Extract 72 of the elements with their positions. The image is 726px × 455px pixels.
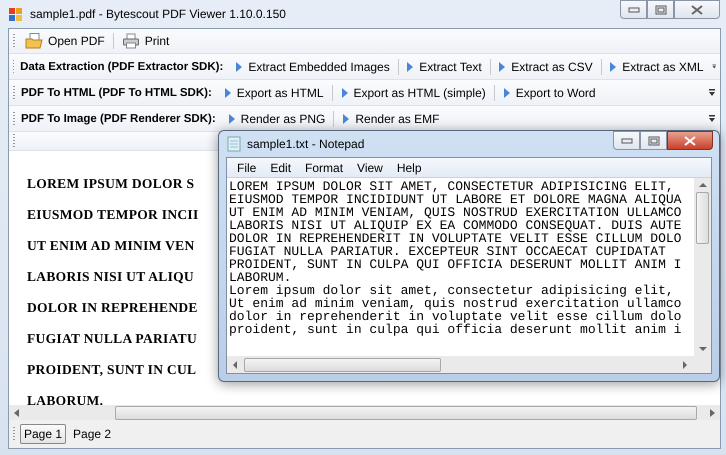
folder-icon	[25, 33, 43, 49]
toolbar-button[interactable]: Print	[118, 32, 174, 50]
text-editor[interactable]: LOREM IPSUM DOLOR SIT AMET, CONSECTETUR ADIPISICING ELIT, EIUSMOD TEMPOR INCIDIDUNT UT LABORE ET DOLORE MAGNA ALIQUA UT ENIM AD MINIM VENIAM, QUIS NOSTRUD EXERCITATION ULLAMCO LABORIS NISI UT ALIQUIP EX EA COMMODO CONSEQUAT. DUIS AUTE DOLOR IN REPREHENDERIT IN VOLUPTATE VELIT ESSE CILLUM DOLO FUGIAT NULLA PARIATUR. EXCEPTEUR SINT OCCAECAT CUPIDATAT PROIDENT, SUNT IN CULPA QUI OFFICIA DESERUNT MOLLIT ANIM I LABORUM. Lorem ipsum dolor sit amet, consectetur adipisicing elit, Ut enim ad minim veniam, quis nostrud exercitation ullamco dolor in reprehenderit in voluptate velit esse cillum dolo proident, sunt in culpa qui officia deserunt mollit anim i	[227, 178, 694, 356]
play-icon	[235, 60, 244, 72]
toolbar-button[interactable]: Extract Embedded Images	[231, 58, 394, 74]
close-button[interactable]	[674, 0, 720, 19]
down-arrow-icon[interactable]	[698, 346, 706, 352]
menu-item[interactable]: Edit	[263, 160, 298, 174]
document-text: DOLOR IN REPREHENDE	[27, 299, 198, 317]
play-icon	[498, 60, 506, 72]
menu-item[interactable]: File	[230, 160, 264, 174]
maximize-button[interactable]	[647, 0, 674, 19]
toolbar-button[interactable]: Export as HTML (simple)	[336, 84, 490, 100]
scrollbar-thumb[interactable]	[244, 358, 441, 372]
document-text: FUGIAT NULLA PARIATU	[27, 330, 198, 348]
document-text: LOREM IPSUM DOLOR S	[27, 175, 194, 193]
play-icon	[502, 86, 511, 98]
horizontal-scrollbar[interactable]	[227, 356, 711, 373]
play-icon	[342, 112, 350, 124]
menu-item[interactable]: View	[350, 160, 390, 174]
up-arrow-icon[interactable]	[698, 182, 706, 188]
toolbar-heading: Data Extraction (PDF Extractor SDK):	[20, 60, 224, 72]
close-icon	[683, 136, 697, 146]
menu-item[interactable]: Format	[298, 160, 350, 174]
toolbar-button[interactable]: Extract Text	[402, 58, 486, 74]
printer-icon	[122, 33, 140, 49]
toolbar-heading: PDF To HTML (PDF To HTML SDK):	[21, 86, 212, 98]
right-arrow-icon[interactable]	[708, 408, 716, 416]
scrollbar-thumb[interactable]	[696, 192, 709, 244]
toolbar-heading: PDF To Image (PDF Renderer SDK):	[21, 112, 216, 124]
window-title: sample1.pdf - Bytescout PDF Viewer 1.10.0.150	[30, 7, 286, 21]
document-text: LABORUM.	[27, 392, 104, 405]
close-button[interactable]	[667, 131, 713, 150]
document-text: LABORIS NISI UT ALIQU	[27, 268, 194, 286]
overflow-icon[interactable]	[708, 88, 716, 97]
toolbar-button[interactable]: Export as HTML	[220, 84, 328, 100]
app-icon	[8, 6, 24, 22]
notepad-icon	[227, 136, 241, 152]
maximize-icon	[654, 4, 666, 14]
horizontal-scrollbar[interactable]	[9, 405, 720, 420]
toolbar-button[interactable]: Render as EMF	[338, 110, 444, 126]
toolbar-button[interactable]: Export to Word	[498, 84, 600, 100]
overflow-icon[interactable]	[708, 114, 716, 123]
overflow-icon[interactable]	[712, 62, 716, 71]
play-icon	[609, 60, 618, 72]
play-icon	[224, 86, 232, 98]
menu-item[interactable]: Help	[390, 160, 429, 174]
toolbar-button[interactable]: Render as PNG	[224, 110, 330, 126]
minimize-icon	[628, 6, 640, 12]
document-text: UT ENIM AD MINIM VEN	[27, 237, 195, 255]
play-icon	[228, 112, 236, 124]
toolbar-button[interactable]: Extract as XML	[605, 58, 708, 74]
toolbar-button[interactable]: Open PDF	[21, 32, 109, 50]
page-tab[interactable]: Page 2	[69, 424, 116, 444]
vertical-scrollbar[interactable]	[694, 178, 711, 356]
play-icon	[406, 60, 414, 72]
maximize-icon	[648, 136, 660, 146]
document-text: PROIDENT, SUNT IN CUL	[27, 361, 196, 379]
scrollbar-thumb[interactable]	[115, 406, 697, 420]
page-tab[interactable]: Page 1	[20, 424, 66, 444]
toolbar-button[interactable]: Extract as CSV	[494, 58, 597, 74]
minimize-icon	[620, 138, 632, 144]
maximize-button[interactable]	[640, 131, 667, 150]
minimize-button[interactable]	[620, 0, 647, 19]
minimize-button[interactable]	[613, 131, 640, 150]
left-arrow-icon[interactable]	[232, 360, 238, 368]
left-arrow-icon[interactable]	[13, 408, 21, 416]
window-title: sample1.txt - Notepad	[247, 137, 364, 151]
right-arrow-icon[interactable]	[682, 360, 688, 368]
play-icon	[340, 86, 348, 98]
close-icon	[690, 4, 704, 14]
document-text: EIUSMOD TEMPOR INCII	[27, 206, 199, 224]
